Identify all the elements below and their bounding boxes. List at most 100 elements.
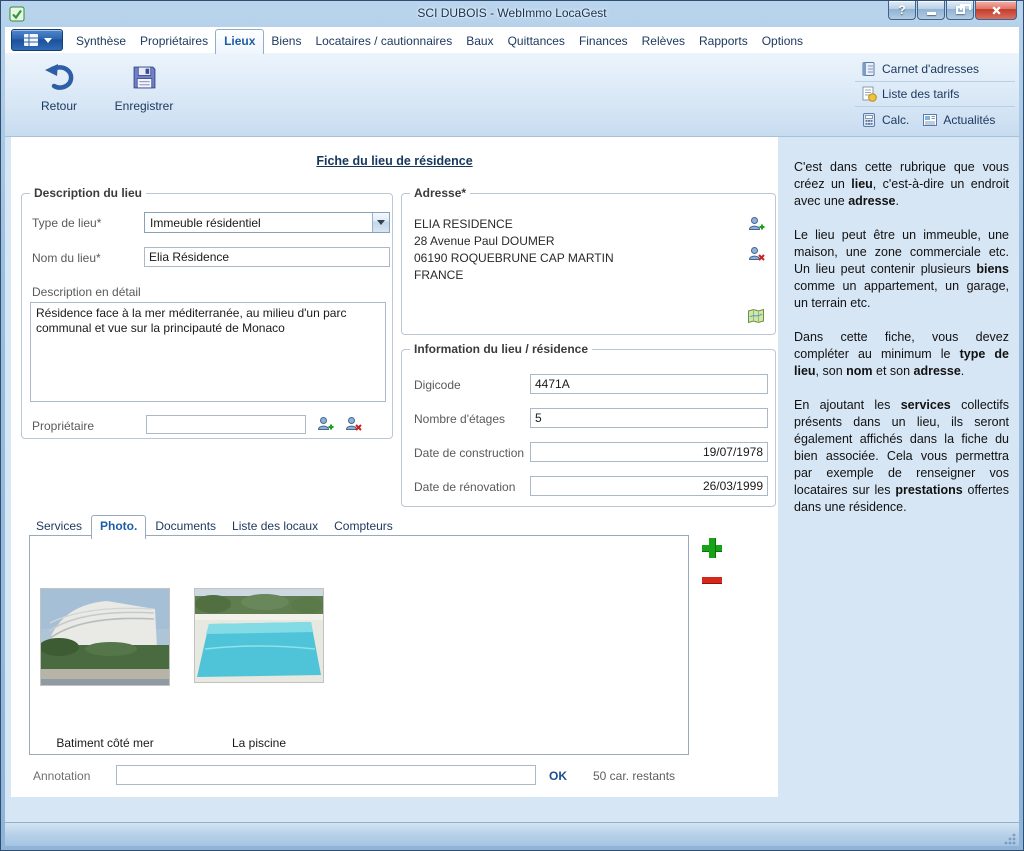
address-add-contact-button[interactable] xyxy=(745,214,767,234)
application-menu-icon xyxy=(23,33,39,47)
ribbon-tab-releves[interactable]: Relèves xyxy=(635,30,692,53)
name-label: Nom du lieu* xyxy=(32,251,101,265)
annotation-ok-button[interactable]: OK xyxy=(549,769,567,783)
ribbon-tab-biens[interactable]: Biens xyxy=(264,30,308,53)
page-title: Fiche du lieu de résidence xyxy=(11,154,778,168)
save-label: Enregistrer xyxy=(115,99,174,113)
application-window: SCI DUBOIS - WebImmo LocaGest ? xyxy=(0,0,1024,851)
construction-date-label: Date de construction xyxy=(414,446,524,460)
owner-remove-button[interactable] xyxy=(342,414,364,434)
chevron-down-icon xyxy=(44,38,52,43)
photo-caption: Batiment côté mer xyxy=(40,736,170,750)
address-book-button[interactable]: Carnet d'adresses xyxy=(855,57,1015,82)
back-icon xyxy=(43,61,75,93)
workspace: Fiche du lieu de résidence Description d… xyxy=(5,137,1019,822)
ribbon-tab-locataires[interactable]: Locataires / cautionnaires xyxy=(308,30,459,53)
type-select-dropdown-button[interactable] xyxy=(372,213,389,232)
news-icon xyxy=(922,112,938,128)
address-line-4: FRANCE xyxy=(414,267,614,284)
help-paragraph: En ajoutant les services collectifs prés… xyxy=(794,397,1009,516)
news-button[interactable]: Actualités xyxy=(922,112,995,128)
tab-liste-des-locaux[interactable]: Liste des locaux xyxy=(225,516,325,537)
ribbon-tab-proprietaires[interactable]: Propriétaires xyxy=(133,30,215,53)
owner-input[interactable] xyxy=(146,415,306,434)
window-title: SCI DUBOIS - WebImmo LocaGest xyxy=(1,6,1023,20)
restore-button[interactable] xyxy=(946,1,974,20)
back-button[interactable]: Retour xyxy=(27,61,91,127)
ribbon-tab-synthese[interactable]: Synthèse xyxy=(69,30,133,53)
photo-thumbnail-pool[interactable] xyxy=(194,588,324,683)
address-book-label: Carnet d'adresses xyxy=(882,62,979,76)
calculator-button[interactable]: Calc. xyxy=(861,112,909,128)
renovation-date-input[interactable] xyxy=(530,476,768,496)
address-book-icon xyxy=(861,61,877,77)
address-map-button[interactable] xyxy=(745,306,767,326)
building-photo xyxy=(41,589,169,685)
remove-photo-button[interactable] xyxy=(702,577,722,583)
minimize-icon xyxy=(927,12,936,15)
address-remove-contact-button[interactable] xyxy=(745,244,767,264)
construction-date-input[interactable] xyxy=(530,442,768,462)
person-add-icon xyxy=(316,415,334,433)
information-fieldset: Information du lieu / résidence Digicode… xyxy=(401,349,776,507)
toolbar-right-group: Carnet d'adresses Liste des tarifs xyxy=(855,57,1015,132)
client-area: Synthèse Propriétaires Lieux Biens Locat… xyxy=(5,27,1019,846)
owner-label: Propriétaire xyxy=(32,419,94,433)
toolbar: Retour Enregistrer xyxy=(5,53,1019,137)
owner-add-button[interactable] xyxy=(314,414,336,434)
renovation-date-label: Date de rénovation xyxy=(414,480,515,494)
floors-input[interactable] xyxy=(530,408,768,428)
digicode-label: Digicode xyxy=(414,378,461,392)
help-paragraph: Le lieu peut être un immeuble, une maiso… xyxy=(794,227,1009,312)
tab-photo[interactable]: Photo. xyxy=(91,515,146,539)
type-select[interactable]: Immeuble résidentiel xyxy=(144,212,390,233)
ribbon-tab-bar: Synthèse Propriétaires Lieux Biens Locat… xyxy=(5,27,1019,53)
address-line-3: 06190 ROQUEBRUNE CAP MARTIN xyxy=(414,250,614,267)
description-legend: Description du lieu xyxy=(30,186,146,200)
floors-label: Nombre d'étages xyxy=(414,412,505,426)
help-panel: C'est dans cette rubrique que vous créez… xyxy=(784,137,1019,822)
help-paragraph: C'est dans cette rubrique que vous créez… xyxy=(794,159,1009,210)
type-label: Type de lieu* xyxy=(32,216,101,230)
close-icon xyxy=(991,5,1002,16)
ribbon-tab-rapports[interactable]: Rapports xyxy=(692,30,755,53)
tab-services[interactable]: Services xyxy=(29,516,89,537)
name-input[interactable] xyxy=(144,247,390,267)
description-fieldset: Description du lieu Type de lieu* Immeub… xyxy=(21,193,393,439)
add-photo-button[interactable] xyxy=(701,537,723,559)
tab-documents[interactable]: Documents xyxy=(148,516,223,537)
help-button[interactable]: ? xyxy=(888,1,916,20)
resize-grip[interactable] xyxy=(1003,832,1017,846)
ribbon-tab-options[interactable]: Options xyxy=(755,30,810,53)
ribbon-tab-quittances[interactable]: Quittances xyxy=(501,30,572,53)
map-icon xyxy=(747,308,765,324)
save-button[interactable]: Enregistrer xyxy=(107,61,181,127)
save-icon xyxy=(131,61,158,93)
detail-tab-bar: Services Photo. Documents Liste des loca… xyxy=(29,515,400,537)
address-legend: Adresse* xyxy=(410,186,470,200)
type-selected-value: Immeuble résidentiel xyxy=(150,216,261,230)
minimize-button[interactable] xyxy=(917,1,945,20)
price-list-label: Liste des tarifs xyxy=(882,87,959,101)
status-bar xyxy=(5,822,1019,846)
back-label: Retour xyxy=(41,99,77,113)
annotation-input[interactable] xyxy=(116,765,536,785)
ribbon-tab-baux[interactable]: Baux xyxy=(459,30,500,53)
application-menu-button[interactable] xyxy=(11,29,63,51)
price-list-button[interactable]: Liste des tarifs xyxy=(855,82,1015,107)
chevron-down-icon xyxy=(377,220,385,225)
tab-compteurs[interactable]: Compteurs xyxy=(327,516,400,537)
digicode-input[interactable] xyxy=(530,374,768,394)
photo-caption: La piscine xyxy=(194,736,324,750)
information-legend: Information du lieu / résidence xyxy=(410,342,592,356)
address-line-1: ELIA RESIDENCE xyxy=(414,216,614,233)
ribbon-tab-finances[interactable]: Finances xyxy=(572,30,635,53)
close-button[interactable] xyxy=(975,1,1017,20)
price-list-icon xyxy=(861,86,877,102)
help-paragraph: Dans cette fiche, vous devez compléter a… xyxy=(794,329,1009,380)
annotation-remaining-count: 50 car. restants xyxy=(593,769,675,783)
ribbon-tab-lieux[interactable]: Lieux xyxy=(215,29,264,54)
detail-textarea[interactable]: Résidence face à la mer méditerranée, au… xyxy=(30,302,386,402)
photo-thumbnail-building[interactable] xyxy=(40,588,170,686)
restore-icon xyxy=(956,6,965,14)
